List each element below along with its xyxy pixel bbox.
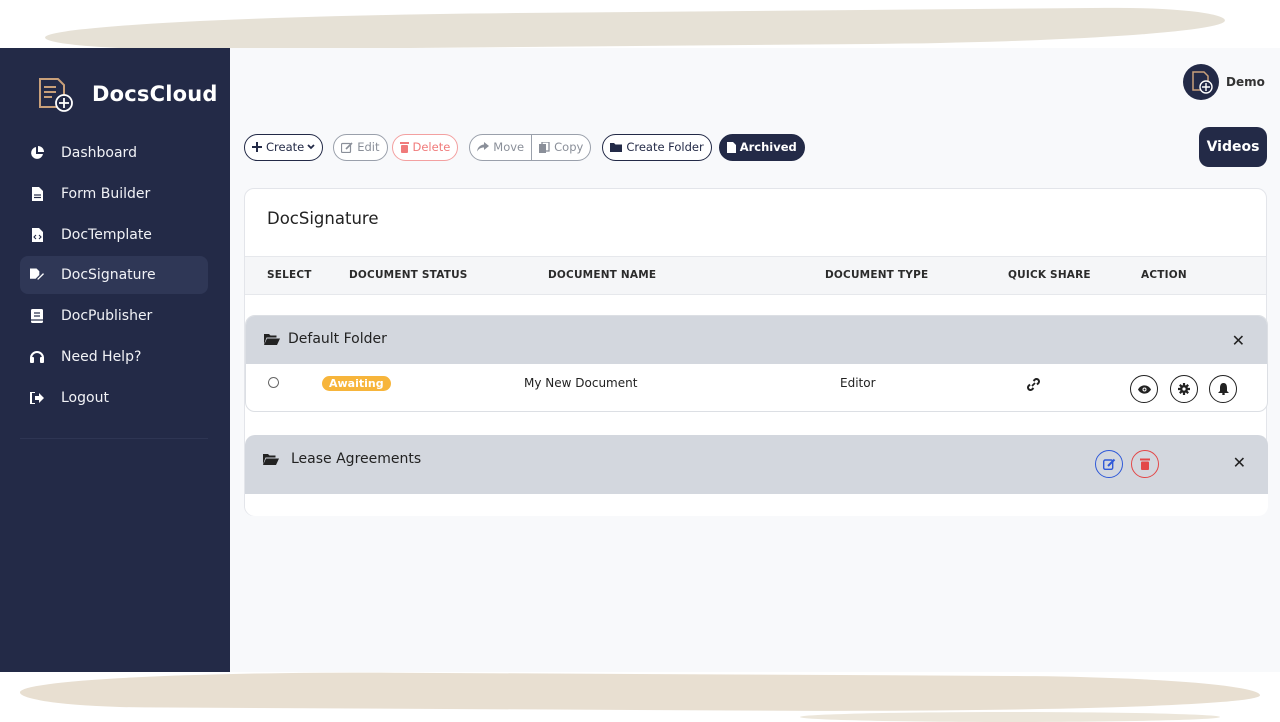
sidebar-item-dashboard[interactable]: Dashboard — [20, 134, 208, 172]
sidebar-nav: Dashboard Form Builder DocTemplate DocSi… — [20, 134, 208, 420]
folder-title: Default Folder — [264, 331, 387, 347]
eye-icon — [1137, 384, 1151, 394]
folder-icon — [610, 142, 623, 152]
file-code-icon — [30, 227, 44, 243]
link-icon[interactable] — [1027, 376, 1040, 395]
book-icon — [30, 308, 44, 324]
column-document-status: DOCUMENT STATUS — [349, 269, 468, 281]
sidebar-item-label: Need Help? — [61, 348, 142, 365]
document-type: Editor — [840, 376, 876, 390]
sidebar-divider — [20, 438, 208, 439]
sidebar-item-logout[interactable]: Logout — [20, 379, 208, 417]
folder-open-icon — [264, 333, 280, 345]
move-button[interactable]: Move — [470, 135, 531, 160]
plus-icon — [252, 142, 262, 152]
table-header: SELECT DOCUMENT STATUS DOCUMENT NAME DOC… — [245, 256, 1266, 295]
folder-name: Default Folder — [288, 331, 387, 347]
file-icon — [726, 141, 736, 153]
sidebar-item-label: DocPublisher — [61, 308, 153, 325]
edit-icon — [1102, 458, 1116, 470]
user-name: Demo — [1226, 75, 1265, 89]
videos-button[interactable]: Videos — [1199, 127, 1267, 167]
sidebar-item-docpublisher[interactable]: DocPublisher — [20, 297, 208, 335]
move-copy-group: Move Copy — [469, 133, 592, 161]
delete-label: Delete — [412, 140, 451, 154]
sidebar-item-label: DocSignature — [61, 267, 156, 284]
sidebar-item-label: Dashboard — [61, 145, 137, 161]
notify-button[interactable] — [1209, 375, 1237, 403]
sidebar-item-label: DocTemplate — [61, 226, 152, 243]
copy-icon — [539, 141, 550, 153]
trash-icon — [1140, 458, 1150, 470]
sidebar-item-form-builder[interactable]: Form Builder — [20, 175, 208, 213]
sidebar-item-doctemplate[interactable]: DocTemplate — [20, 216, 208, 254]
documents-card: DocSignature SELECT DOCUMENT STATUS DOCU… — [244, 188, 1268, 516]
folder-lease-agreements: Lease Agreements ✕ — [245, 435, 1268, 516]
column-document-type: DOCUMENT TYPE — [825, 269, 929, 281]
close-icon[interactable]: ✕ — [1232, 331, 1245, 350]
column-document-name: DOCUMENT NAME — [548, 269, 657, 281]
gear-icon — [1178, 383, 1190, 395]
avatar — [1183, 64, 1219, 100]
create-button[interactable]: Create — [244, 133, 324, 161]
folder-header[interactable]: Lease Agreements ✕ — [245, 435, 1268, 494]
sidebar-item-docsignature[interactable]: DocSignature — [20, 256, 208, 295]
decorative-brush-bottom-small — [800, 712, 1220, 722]
brand[interactable]: DocsCloud — [34, 72, 218, 116]
copy-label: Copy — [554, 140, 584, 154]
edit-folder-button[interactable] — [1095, 450, 1123, 478]
sidebar: DocsCloud Dashboard Form Builder DocTemp… — [0, 48, 230, 672]
table-row: Awaiting My New Document Editor — [246, 364, 1267, 411]
document-name: My New Document — [524, 376, 638, 390]
column-action: ACTION — [1141, 269, 1187, 281]
status-badge: Awaiting — [322, 376, 391, 391]
create-label: Create — [266, 140, 305, 154]
folder-title: Lease Agreements — [263, 451, 421, 467]
edit-label: Edit — [357, 140, 380, 154]
bell-icon — [1217, 383, 1229, 395]
settings-button[interactable] — [1170, 375, 1198, 403]
copy-button[interactable]: Copy — [531, 134, 590, 160]
folder-header[interactable]: Default Folder ✕ — [246, 316, 1267, 364]
trash-icon — [399, 141, 409, 153]
create-folder-label: Create Folder — [626, 140, 704, 154]
app-window: DocsCloud Dashboard Form Builder DocTemp… — [0, 48, 1280, 672]
logout-icon — [30, 390, 44, 406]
file-icon — [30, 186, 44, 202]
delete-button[interactable]: Delete — [391, 133, 459, 161]
user-menu[interactable]: Demo — [1183, 64, 1265, 100]
move-label: Move — [493, 140, 525, 154]
folder-open-icon — [263, 453, 279, 465]
toolbar: Create Edit Delete Move Copy Create Fold… — [244, 133, 805, 161]
archived-label: Archived — [739, 140, 797, 154]
sidebar-item-need-help[interactable]: Need Help? — [20, 338, 208, 376]
column-quick-share: QUICK SHARE — [1008, 269, 1091, 281]
share-arrow-icon — [477, 142, 490, 152]
headset-icon — [30, 349, 44, 365]
close-icon[interactable]: ✕ — [1233, 453, 1246, 472]
create-folder-button[interactable]: Create Folder — [602, 133, 712, 161]
pie-chart-icon — [30, 145, 44, 161]
sidebar-item-label: Logout — [61, 389, 109, 406]
column-select: SELECT — [267, 269, 312, 281]
page-title: DocSignature — [267, 209, 379, 228]
edit-icon — [341, 141, 353, 153]
sidebar-item-label: Form Builder — [61, 185, 151, 202]
view-button[interactable] — [1130, 375, 1158, 403]
decorative-brush-bottom — [19, 670, 1261, 714]
chevron-down-icon — [307, 144, 315, 150]
brand-name: DocsCloud — [92, 82, 218, 106]
folder-default: Default Folder ✕ Awaiting My New Documen… — [245, 315, 1268, 412]
edit-button[interactable]: Edit — [333, 133, 388, 161]
select-radio[interactable] — [268, 377, 279, 388]
docscloud-logo-icon — [34, 73, 76, 115]
folder-name: Lease Agreements — [291, 451, 422, 467]
archived-button[interactable]: Archived — [718, 133, 805, 161]
delete-folder-button[interactable] — [1131, 450, 1159, 478]
signature-icon — [30, 267, 44, 283]
decorative-brush-top — [44, 6, 1226, 52]
